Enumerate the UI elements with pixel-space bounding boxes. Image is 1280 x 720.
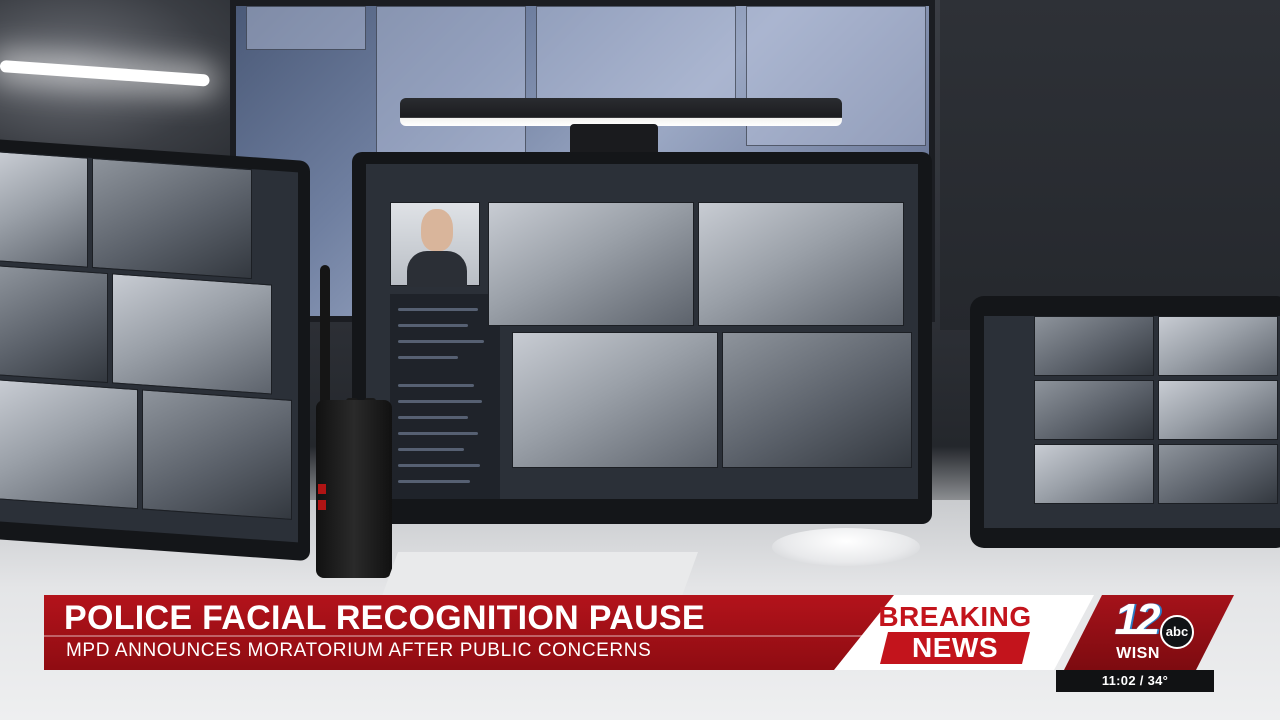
camera-list-panel bbox=[390, 294, 500, 499]
subheadline: MPD ANNOUNCES MORATORIUM AFTER PUBLIC CO… bbox=[66, 640, 652, 661]
right-tablet bbox=[970, 296, 1280, 548]
center-monitor bbox=[352, 152, 932, 524]
left-monitor bbox=[0, 138, 310, 562]
monitor-light-bar bbox=[400, 98, 842, 126]
breaking-label: BREAKING bbox=[878, 601, 1032, 632]
radio-antenna bbox=[320, 265, 330, 405]
channel-number-logo: 12 bbox=[1114, 595, 1161, 644]
walkie-talkie bbox=[316, 400, 392, 578]
face-match-panel bbox=[390, 202, 480, 287]
time-temperature: 11:02 / 34° bbox=[1101, 673, 1169, 688]
abc-logo: abc bbox=[1160, 615, 1194, 649]
computer-mouse bbox=[772, 528, 920, 566]
wall-right bbox=[940, 0, 1280, 330]
station-call-letters: WISN bbox=[1116, 645, 1160, 662]
headline: POLICE FACIAL RECOGNITION PAUSE bbox=[64, 599, 705, 637]
news-label: NEWS bbox=[912, 632, 998, 663]
keyboard bbox=[381, 552, 699, 596]
